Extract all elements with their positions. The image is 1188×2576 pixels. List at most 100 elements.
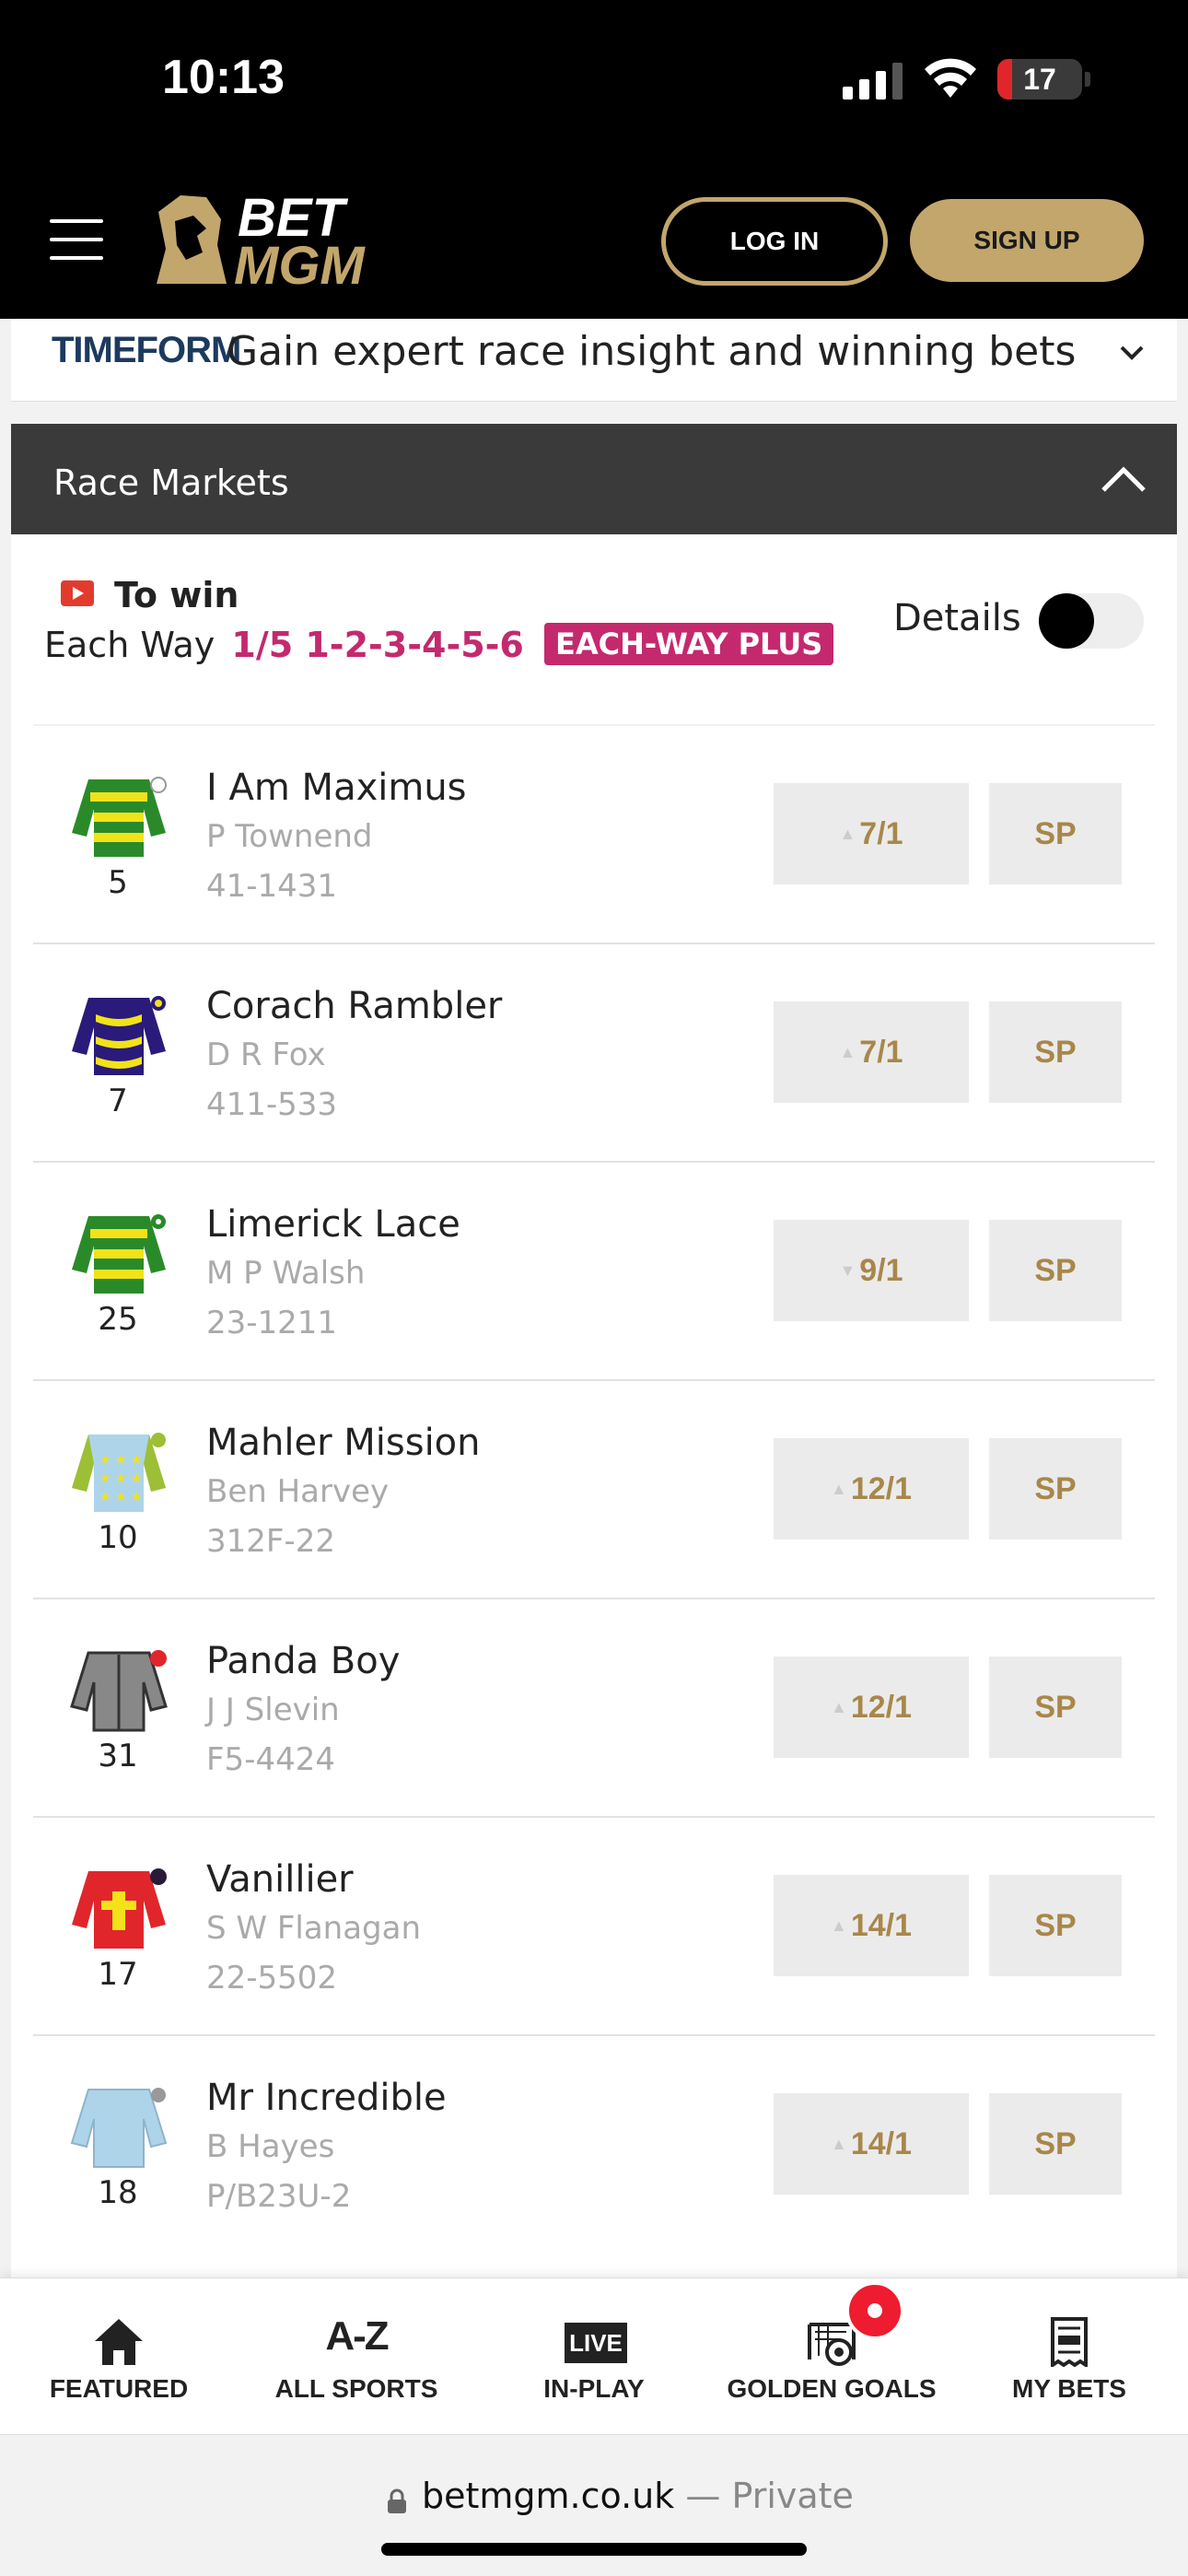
nav-all-sports[interactable]: A-Z ALL SPORTS — [238, 2278, 475, 2435]
cellular-signal-icon — [843, 63, 903, 100]
odds-button[interactable]: ▲ 12/1 — [774, 1438, 969, 1540]
sp-button[interactable]: SP — [989, 1220, 1122, 1321]
details-label: Details — [893, 597, 1021, 639]
sp-button[interactable]: SP — [989, 1001, 1122, 1103]
sp-button[interactable]: SP — [989, 1657, 1122, 1758]
runner-name[interactable]: Corach Rambler — [206, 985, 502, 1027]
each-way-label: Each Way — [44, 625, 215, 665]
each-way-places: 1/5 1-2-3-4-5-6 — [231, 625, 524, 665]
nav-label-all-sports: ALL SPORTS — [274, 2374, 438, 2403]
odds-button[interactable]: ▲ 7/1 — [774, 783, 969, 884]
nav-featured[interactable]: FEATURED — [0, 2278, 238, 2435]
toggle-knob — [1039, 593, 1094, 649]
runner-jockey: B Hayes — [206, 2128, 335, 2165]
nav-in-play[interactable]: LIVE IN-PLAY — [475, 2278, 713, 2435]
login-button[interactable]: LOG IN — [661, 197, 888, 286]
svg-text:MGM: MGM — [234, 236, 366, 289]
sp-button[interactable]: SP — [989, 1438, 1122, 1540]
battery-indicator: 17 — [997, 59, 1082, 100]
runner-number: 25 — [98, 1301, 138, 1338]
race-markets-header[interactable]: Race Markets — [11, 424, 1177, 534]
runner-number: 5 — [108, 864, 128, 901]
runner-number: 17 — [98, 1956, 138, 1993]
video-play-icon[interactable] — [61, 580, 94, 606]
lock-icon — [388, 2488, 406, 2513]
jockey-silk-icon — [68, 1645, 169, 1734]
hamburger-icon[interactable] — [50, 219, 103, 260]
odds-button[interactable]: ▲ 14/1 — [774, 1875, 969, 1976]
runner-number: 31 — [98, 1738, 138, 1774]
nav-label-in-play: IN-PLAY — [543, 2374, 645, 2403]
home-indicator — [381, 2543, 807, 2556]
nav-golden-goals[interactable]: GOLDEN GOALS — [713, 2278, 950, 2435]
odds-button[interactable]: ▲ 12/1 — [774, 1657, 969, 1758]
battery-level: 17 — [1023, 63, 1056, 96]
race-markets-title: Race Markets — [53, 463, 289, 503]
runner-jockey: D R Fox — [206, 1036, 326, 1073]
arrow-up-icon: ▲ — [830, 1479, 847, 1498]
battery-tip — [1085, 72, 1090, 87]
status-time: 10:13 — [162, 51, 285, 104]
to-win-market: To win Each Way 1/5 1-2-3-4-5-6 EACH-WAY… — [11, 534, 1177, 2285]
runner-number: 10 — [98, 1519, 138, 1556]
svg-text:★ ★ ★: ★ ★ ★ — [99, 1453, 143, 1468]
runner-jockey: M P Walsh — [206, 1255, 366, 1292]
runner-form: P/B23U-2 — [206, 2178, 352, 2215]
runner-form: 411-533 — [206, 1086, 338, 1123]
sp-button[interactable]: SP — [989, 1875, 1122, 1976]
details-toggle[interactable] — [1039, 593, 1144, 649]
runner-name[interactable]: Panda Boy — [206, 1640, 400, 1682]
odds-value: 9/1 — [859, 1252, 903, 1288]
runner-jockey: P Townend — [206, 818, 373, 855]
betslip-icon — [1051, 2317, 1088, 2367]
svg-text:★ ★ ★: ★ ★ ★ — [99, 1471, 143, 1486]
jockey-silk-icon — [68, 1864, 169, 1952]
betmgm-logo[interactable]: BET MGM — [153, 188, 374, 289]
odds-button[interactable]: ▲ 7/1 — [774, 1001, 969, 1103]
runner-name[interactable]: I Am Maximus — [206, 767, 467, 809]
status-bar: 10:13 17 — [0, 0, 1188, 175]
url-private-label: — Private — [685, 2476, 854, 2516]
runner-form: 41-1431 — [206, 868, 338, 905]
odds-button[interactable]: ▼ 9/1 — [774, 1220, 969, 1321]
arrow-up-icon: ▲ — [839, 1042, 856, 1061]
runner-name[interactable]: Vanillier — [206, 1858, 354, 1901]
runner-jockey: Ben Harvey — [206, 1473, 390, 1510]
timeform-text: Gain expert race insight and winning bet… — [227, 328, 1077, 375]
runners-list: 5 I Am Maximus P Townend 41-1431 ▲ 7/1 S… — [33, 724, 1155, 2253]
jockey-silk-icon — [68, 2082, 169, 2171]
arrow-down-icon: ▼ — [839, 1260, 856, 1280]
runner-name[interactable]: Mr Incredible — [206, 2077, 447, 2119]
chevron-down-icon[interactable] — [1116, 337, 1147, 369]
signup-button[interactable]: SIGN UP — [910, 199, 1144, 282]
each-way-terms: Each Way 1/5 1-2-3-4-5-6 EACH-WAY PLUS — [44, 623, 834, 665]
arrow-up-icon: ▲ — [830, 1915, 847, 1935]
odds-value: 12/1 — [850, 1470, 912, 1506]
timeform-banner[interactable]: TIMEFORM Gain expert race insight and wi… — [11, 319, 1177, 402]
runner-form: 23-1211 — [206, 1305, 338, 1341]
jockey-silk-icon — [68, 1209, 169, 1297]
runner-form: 22-5502 — [206, 1960, 338, 1996]
runner-row: 25 Limerick Lace M P Walsh 23-1211 ▼ 9/1… — [33, 1161, 1155, 1379]
odds-value: 7/1 — [859, 815, 903, 851]
runner-row: 31 Panda Boy J J Slevin F5-4424 ▲ 12/1 S… — [33, 1598, 1155, 1816]
market-title: To win — [114, 575, 239, 615]
odds-value: 12/1 — [850, 1689, 912, 1725]
chevron-up-icon[interactable] — [1098, 461, 1149, 498]
sp-button[interactable]: SP — [989, 783, 1122, 884]
odds-button[interactable]: ▲ 14/1 — [774, 2093, 969, 2195]
jockey-silk-icon — [68, 772, 169, 861]
odds-value: 7/1 — [859, 1034, 903, 1070]
nav-my-bets[interactable]: MY BETS — [950, 2278, 1188, 2435]
sp-button[interactable]: SP — [989, 2093, 1122, 2195]
home-icon — [95, 2319, 143, 2365]
site-header: BET MGM LOG IN SIGN UP — [0, 175, 1188, 319]
runner-form: 312F-22 — [206, 1523, 335, 1560]
runner-row: 18 Mr Incredible B Hayes P/B23U-2 ▲ 14/1… — [33, 2034, 1155, 2253]
url-text: betmgm.co.uk — Private — [422, 2476, 854, 2516]
svg-text:★ ★ ★: ★ ★ ★ — [99, 1490, 143, 1505]
jockey-silk-icon — [68, 990, 169, 1079]
runner-name[interactable]: Limerick Lace — [206, 1203, 460, 1246]
runner-name[interactable]: Mahler Mission — [206, 1422, 481, 1464]
nav-label-my-bets: MY BETS — [1012, 2374, 1126, 2403]
